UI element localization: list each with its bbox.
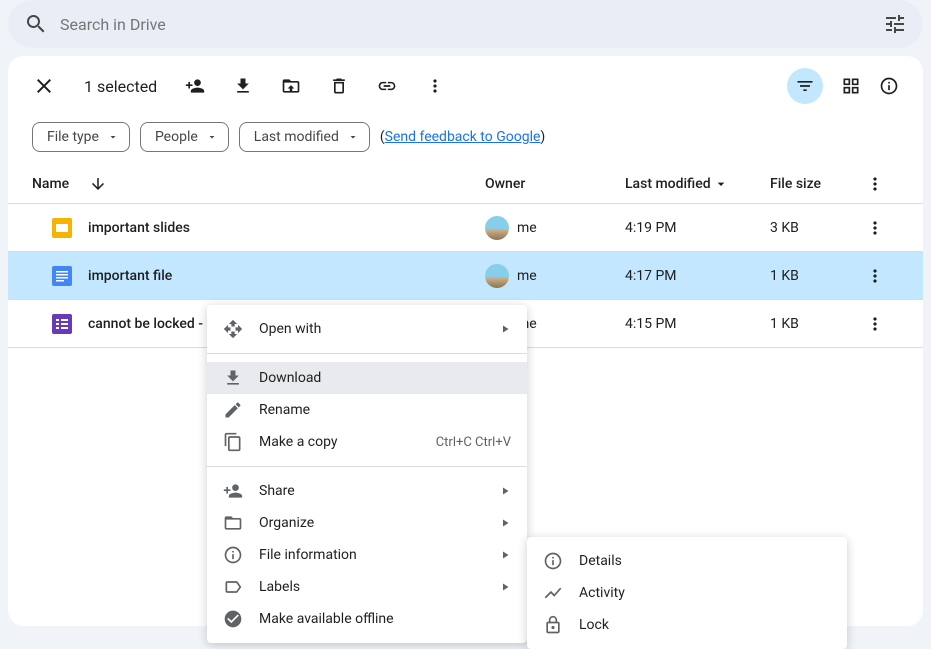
open-with-icon [223,319,243,339]
caret-down-icon [107,131,119,143]
docs-icon [52,266,72,286]
feedback-link[interactable]: Send feedback to Google [385,129,541,145]
close-selection-icon[interactable] [32,74,56,98]
modified-date: 4:17 PM [625,268,770,284]
chevron-right-icon [499,549,511,561]
search-input[interactable] [48,15,875,34]
caret-down-icon [347,131,359,143]
chevron-right-icon [499,323,511,335]
toolbar-right [787,68,899,104]
menu-open-with[interactable]: Open with [207,313,527,345]
chip-file-type[interactable]: File type [32,122,130,152]
chip-label: File type [47,129,99,145]
menu-offline[interactable]: Make available offline [207,603,527,635]
rename-icon [223,400,243,420]
forms-icon [52,314,72,334]
filter-active-icon[interactable] [787,68,823,104]
caret-down-icon [713,176,729,192]
submenu-details[interactable]: Details [527,545,847,577]
download-icon[interactable] [233,76,253,96]
table-row[interactable]: important file me 4:17 PM 1 KB [8,252,923,300]
menu-rename[interactable]: Rename [207,394,527,426]
copy-icon [223,432,243,452]
chevron-right-icon [499,485,511,497]
menu-share[interactable]: Share [207,475,527,507]
delete-icon[interactable] [329,76,349,96]
row-menu-icon[interactable] [865,266,885,286]
header-name[interactable]: Name [32,175,485,193]
file-size: 1 KB [770,268,865,284]
grid-view-icon[interactable] [841,76,861,96]
menu-file-info[interactable]: File information [207,539,527,571]
download-icon [223,368,243,388]
folder-icon [223,513,243,533]
avatar [485,264,509,288]
activity-icon [543,583,563,603]
chip-label: Last modified [254,129,339,145]
submenu-lock[interactable]: Lock [527,609,847,641]
table-header: Name Owner Last modified File size [8,164,923,204]
table-row[interactable]: important slides me 4:19 PM 3 KB [8,204,923,252]
row-menu-icon[interactable] [865,218,885,238]
context-menu: Open with Download Rename Make a copy Ct… [207,305,527,643]
modified-date: 4:15 PM [625,316,770,332]
sort-arrow-down-icon [89,175,107,193]
shortcut: Ctrl+C Ctrl+V [436,435,511,450]
file-name: important slides [88,220,190,236]
header-owner[interactable]: Owner [485,176,625,192]
chip-people[interactable]: People [140,122,229,152]
slides-icon [52,218,72,238]
info-icon [543,551,563,571]
avatar [485,216,509,240]
file-info-submenu: Details Activity Lock [527,537,847,649]
modified-date: 4:19 PM [625,220,770,236]
chip-label: People [155,129,198,145]
feedback-wrap: (Send feedback to Google) [380,129,545,145]
info-icon [223,545,243,565]
share-icon [223,481,243,501]
search-options-icon[interactable] [875,4,915,44]
menu-organize[interactable]: Organize [207,507,527,539]
info-icon[interactable] [879,76,899,96]
offline-icon [223,609,243,629]
move-icon[interactable] [281,76,301,96]
header-modified[interactable]: Last modified [625,176,770,192]
share-icon[interactable] [185,76,205,96]
owner-label: me [517,220,537,236]
filter-chips: File type People Last modified (Send fee… [8,116,923,164]
submenu-activity[interactable]: Activity [527,577,847,609]
file-size: 3 KB [770,220,865,236]
file-size: 1 KB [770,316,865,332]
chevron-right-icon [499,581,511,593]
menu-download[interactable]: Download [207,362,527,394]
lock-icon [543,615,563,635]
label-icon [223,577,243,597]
file-name: important file [88,268,172,284]
link-icon[interactable] [377,76,397,96]
chip-last-modified[interactable]: Last modified [239,122,370,152]
owner-label: me [517,268,537,284]
more-options-icon[interactable] [425,76,445,96]
row-menu-icon[interactable] [865,314,885,334]
chevron-right-icon [499,517,511,529]
header-size[interactable]: File size [770,176,865,192]
toolbar-left: 1 selected [32,74,445,98]
caret-down-icon [206,131,218,143]
menu-labels[interactable]: Labels [207,571,527,603]
search-icon[interactable] [24,12,48,36]
selection-toolbar: 1 selected [8,56,923,116]
divider [207,353,527,354]
header-menu[interactable] [865,174,885,194]
divider [207,466,527,467]
menu-make-copy[interactable]: Make a copy Ctrl+C Ctrl+V [207,426,527,458]
search-bar [8,0,923,48]
selected-count: 1 selected [84,77,157,96]
